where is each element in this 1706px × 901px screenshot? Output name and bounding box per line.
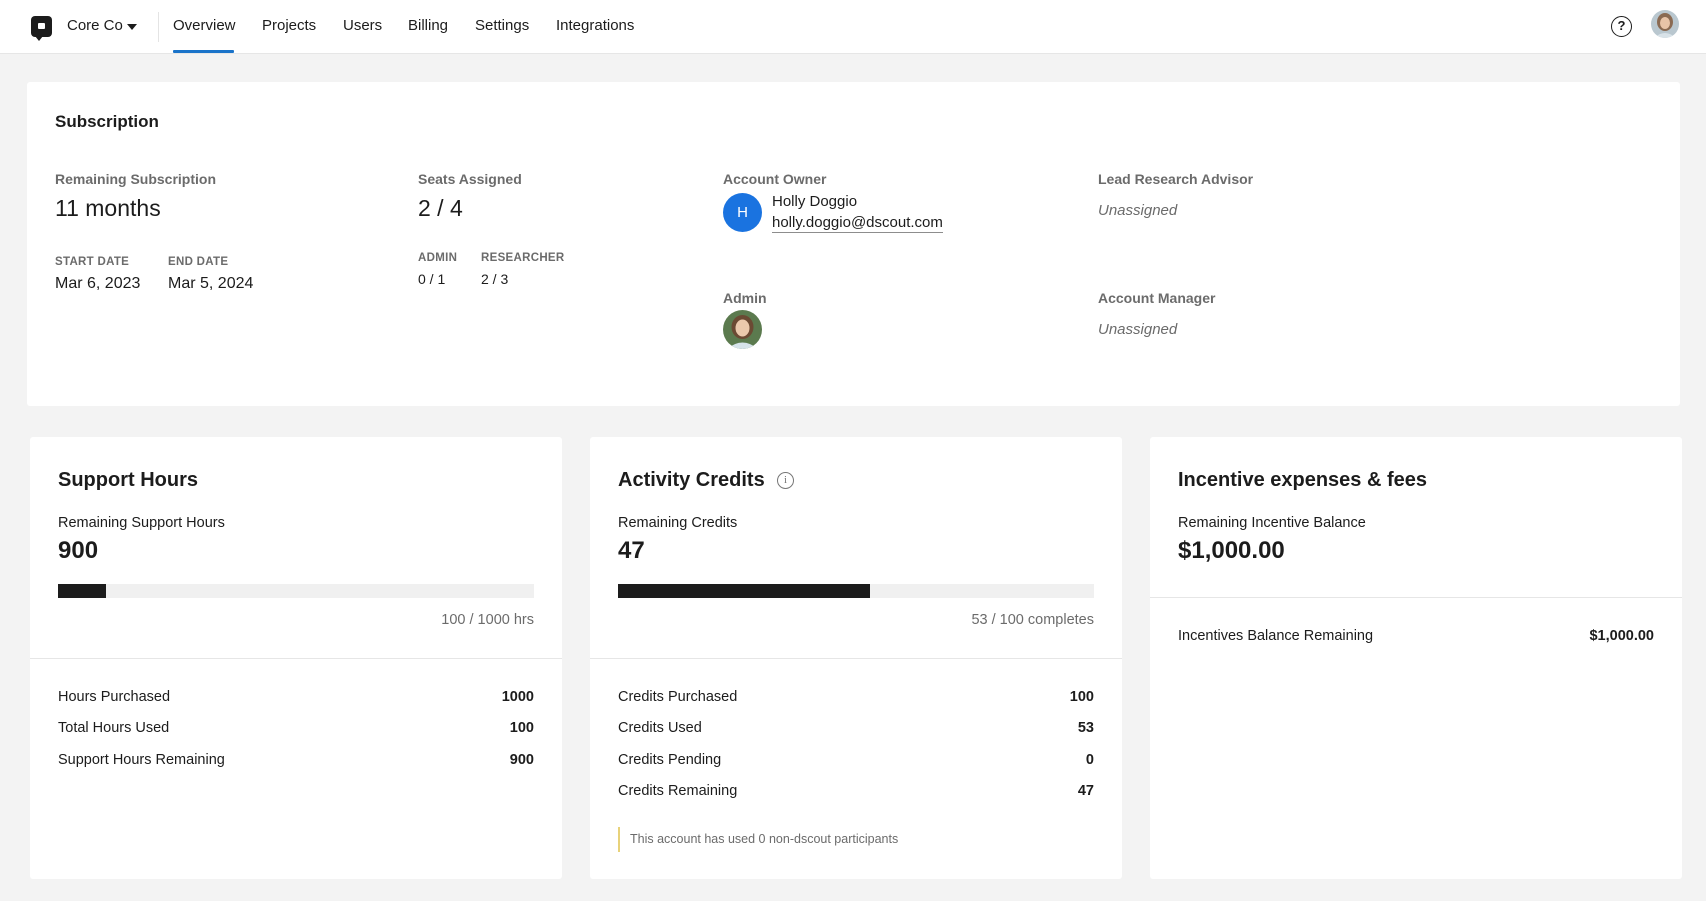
app-logo-icon[interactable] [31,16,52,41]
credits-progress-caption: 53 / 100 completes [971,612,1094,628]
lead-research-advisor-value: Unassigned [1098,202,1178,219]
row-value: 100 [1069,689,1094,705]
tab-settings[interactable]: Settings [475,17,529,34]
account-manager-value: Unassigned [1098,321,1178,338]
org-switcher[interactable]: Core Co [67,17,123,34]
activity-credits-title: Activity Credits [618,469,765,491]
seats-assigned-label: Seats Assigned [418,171,522,187]
remaining-support-hours-value: 900 [58,537,99,564]
activity-credits-card: Activity Credits i Remaining Credits 47 … [590,437,1122,879]
account-manager-label: Account Manager [1098,290,1216,306]
row-value: 900 [509,752,534,768]
tab-overview[interactable]: Overview [173,17,236,34]
active-tab-indicator [173,50,234,53]
row-label: Credits Pending [618,752,722,768]
tab-billing[interactable]: Billing [408,17,448,34]
credits-progress-fill [618,584,871,598]
remaining-credits-value: 47 [618,537,645,564]
subscription-card: Subscription Remaining Subscription 11 m… [27,82,1680,406]
info-icon[interactable]: i [777,472,794,489]
owner-email-link[interactable]: holly.doggio@dscout.com [772,214,943,233]
row-value: $1,000.00 [1589,628,1654,644]
seats-assigned-value: 2 / 4 [418,195,463,221]
divider [1150,597,1682,598]
row-label: Credits Remaining [618,783,738,799]
nav-divider [158,12,159,42]
start-date-label: START DATE [55,256,130,268]
support-hours-progress-caption: 100 / 1000 hrs [441,612,534,628]
row-label: Hours Purchased [58,689,171,705]
researcher-seats-label: RESEARCHER [481,252,565,264]
support-hours-progress-fill [58,584,106,598]
start-date-value: Mar 6, 2023 [55,275,141,292]
row-value: 53 [1077,720,1094,736]
user-avatar[interactable] [1651,10,1679,38]
table-row: Credits Purchased 100 [618,689,1094,709]
chevron-down-icon[interactable] [127,24,137,30]
admin-seats-value: 0 / 1 [418,271,446,287]
lead-research-advisor-label: Lead Research Advisor [1098,171,1254,187]
row-value: 1000 [501,689,534,705]
owner-name: Holly Doggio [772,193,858,210]
admin-section-label: Admin [723,290,767,306]
help-icon[interactable]: ? [1611,16,1632,37]
credits-progress-bar [618,584,1094,598]
table-row: Credits Remaining 47 [618,783,1094,803]
remaining-incentive-balance-value: $1,000.00 [1178,537,1285,564]
support-hours-progress-bar [58,584,534,598]
participants-note: This account has used 0 non-dscout parti… [618,827,898,852]
admin-avatar[interactable] [723,310,762,349]
row-label: Credits Purchased [618,689,738,705]
row-value: 47 [1077,783,1094,799]
row-value: 0 [1085,752,1094,768]
tab-users[interactable]: Users [343,17,382,34]
tab-integrations[interactable]: Integrations [556,17,634,34]
end-date-value: Mar 5, 2024 [168,275,254,292]
table-row: Credits Used 53 [618,720,1094,740]
row-label: Incentives Balance Remaining [1178,628,1374,644]
admin-seats-label: ADMIN [418,252,458,264]
remaining-subscription-label: Remaining Subscription [55,171,217,187]
subscription-title: Subscription [55,112,159,131]
account-owner-label: Account Owner [723,171,827,187]
researcher-seats-value: 2 / 3 [481,271,509,287]
divider [590,658,1122,659]
row-value: 100 [509,720,534,736]
owner-avatar: H [723,193,762,232]
table-row: Hours Purchased 1000 [58,689,534,709]
support-hours-title: Support Hours [58,469,198,491]
remaining-support-hours-label: Remaining Support Hours [58,515,225,531]
row-label: Credits Used [618,720,702,736]
incentives-card: Incentive expenses & fees Remaining Ince… [1150,437,1682,879]
table-row: Credits Pending 0 [618,752,1094,772]
row-label: Total Hours Used [58,720,170,736]
top-navigation: Core Co Overview Projects Users Billing … [0,0,1706,54]
incentives-title: Incentive expenses & fees [1178,469,1428,491]
remaining-subscription-value: 11 months [55,195,161,221]
remaining-credits-label: Remaining Credits [618,515,738,531]
remaining-incentive-balance-label: Remaining Incentive Balance [1178,515,1366,531]
table-row: Support Hours Remaining 900 [58,752,534,772]
support-hours-card: Support Hours Remaining Support Hours 90… [30,437,562,879]
table-row: Total Hours Used 100 [58,720,534,740]
end-date-label: END DATE [168,256,229,268]
table-row: Incentives Balance Remaining $1,000.00 [1178,628,1654,648]
row-label: Support Hours Remaining [58,752,225,768]
tab-projects[interactable]: Projects [262,17,316,34]
divider [30,658,562,659]
